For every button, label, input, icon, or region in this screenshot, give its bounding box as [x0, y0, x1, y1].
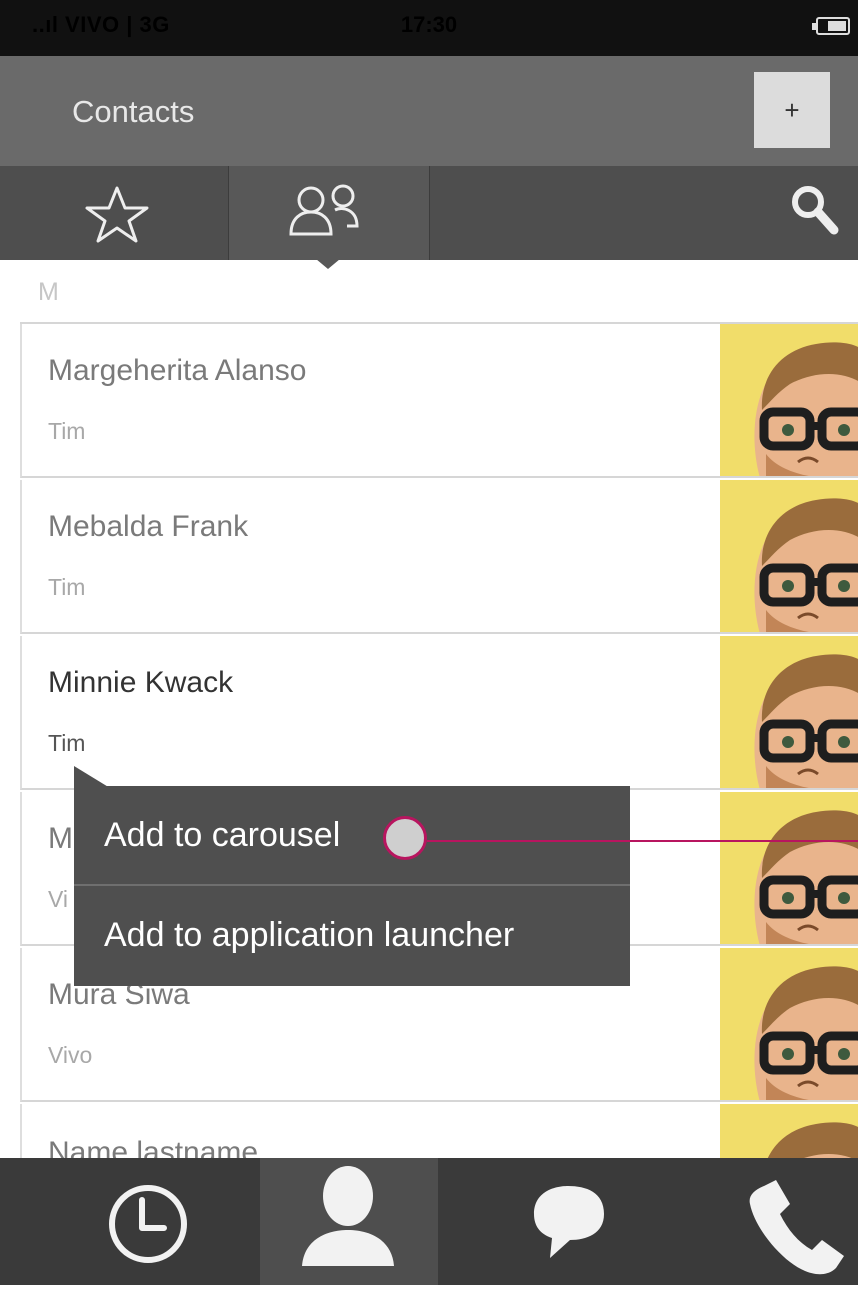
contact-row[interactable]: Margeherita Alanso Tim — [20, 324, 858, 478]
add-contact-button[interactable]: + — [754, 72, 830, 148]
clock-icon — [109, 1185, 187, 1263]
nav-recents[interactable] — [0, 1158, 260, 1285]
touch-indicator — [383, 816, 427, 860]
context-menu-notch — [74, 766, 110, 788]
battery-icon — [812, 17, 850, 35]
section-letter: M — [38, 278, 59, 306]
tab-contacts[interactable] — [229, 166, 429, 260]
context-menu: Add to carousel Add to application launc… — [74, 786, 630, 986]
tab-divider — [429, 166, 430, 260]
chat-bubble-icon — [534, 1186, 604, 1258]
section-header — [20, 264, 858, 324]
contact-carrier: Vivo — [48, 1042, 93, 1068]
tab-favorites[interactable] — [0, 166, 228, 260]
phone-icon — [749, 1180, 844, 1275]
contact-avatar — [720, 480, 858, 632]
contact-carrier: Vi — [48, 886, 69, 912]
contact-name: Mebalda Frank — [48, 510, 249, 543]
contact-carrier: Tim — [48, 574, 86, 600]
contact-avatar — [720, 636, 858, 788]
contact-name: Margeherita Alanso — [48, 354, 307, 387]
add-to-launcher-option[interactable]: Add to application launcher — [74, 886, 630, 984]
contact-avatar — [720, 948, 858, 1100]
contact-name: M — [48, 822, 73, 855]
page-title: Contacts — [72, 94, 195, 129]
contact-name: Minnie Kwack — [48, 666, 234, 699]
status-time: 17:30 — [400, 12, 458, 37]
tab-divider — [228, 166, 229, 260]
nav-messages[interactable] — [438, 1158, 698, 1285]
contact-row-selected[interactable]: Minnie Kwack Tim — [20, 636, 858, 790]
contact-row[interactable]: Mebalda Frank Tim — [20, 480, 858, 634]
contact-carrier: Tim — [48, 418, 86, 444]
add-to-carousel-option[interactable]: Add to carousel — [74, 786, 630, 884]
star-icon — [85, 186, 149, 243]
search-icon — [792, 186, 839, 235]
person-icon — [302, 1166, 394, 1266]
nav-phone[interactable] — [698, 1158, 858, 1285]
annotation-line — [427, 840, 858, 842]
nav-contacts[interactable] — [260, 1158, 438, 1285]
contact-avatar — [720, 324, 858, 476]
contact-carrier: Tim — [48, 730, 86, 756]
tab-search[interactable] — [780, 166, 850, 260]
people-icon — [289, 184, 359, 236]
contact-avatar — [720, 792, 858, 944]
